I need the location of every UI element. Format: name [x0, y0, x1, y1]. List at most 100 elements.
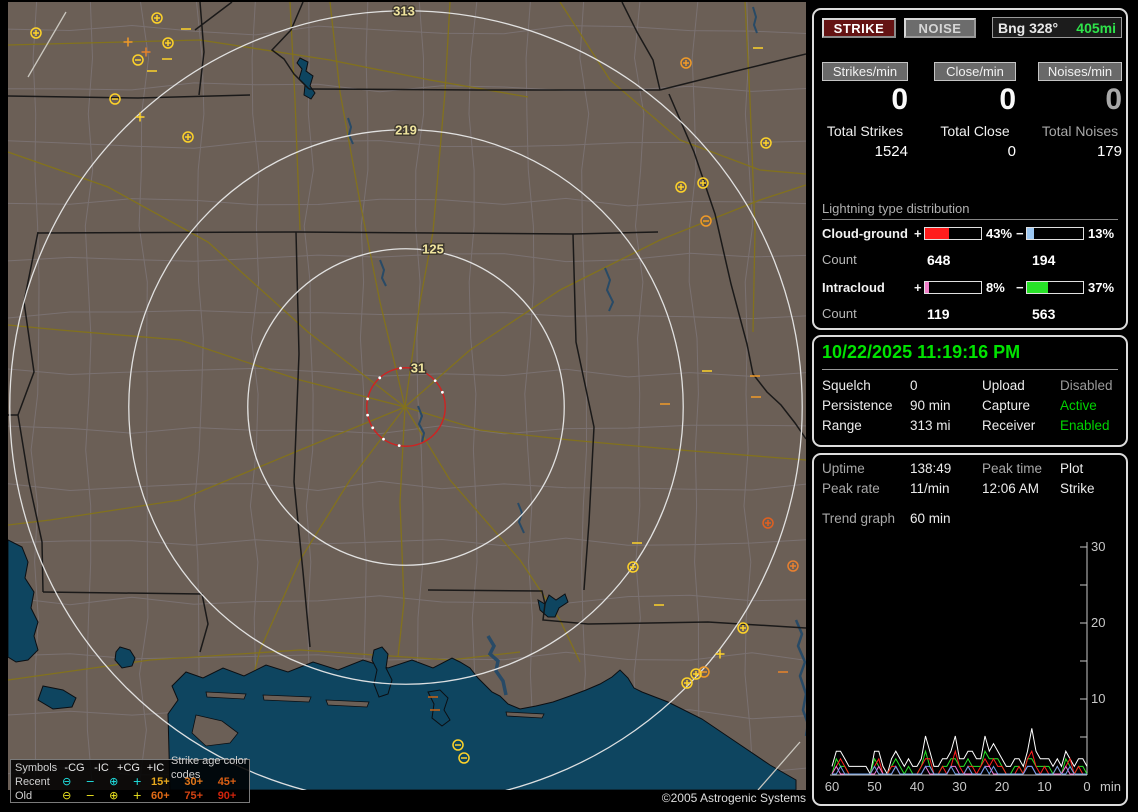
- close-per-min-button[interactable]: Close/min: [934, 62, 1016, 81]
- trend-panel: Uptime 138:49 Peak time Plot Peak rate 1…: [812, 453, 1128, 806]
- squelch-row: Squelch 0 Upload Disabled: [814, 378, 1126, 398]
- svg-text:0: 0: [1083, 779, 1090, 794]
- total-strikes-label: Total Strikes: [826, 123, 904, 139]
- datetime-display: 10/22/2025 11:19:16 PM: [822, 342, 1118, 370]
- cg-pos-count: 648: [927, 252, 951, 268]
- cg-neg-recent-icon: ⊖: [62, 775, 72, 788]
- strike-counters-panel: STRIKE NOISE Bng 328° 405mi Strikes/min …: [812, 8, 1128, 330]
- legend-old-row: Old ⊖ − ⊕ + 60+ 75+ 90+: [15, 789, 249, 803]
- bearing-distance-readout: Bng 328° 405mi: [992, 17, 1122, 38]
- age-90: 90+: [217, 790, 237, 802]
- cg-neg-bar: [1026, 227, 1084, 240]
- svg-text:10: 10: [1037, 779, 1051, 794]
- age-45: 45+: [217, 776, 237, 788]
- total-noises-value: 179: [1096, 143, 1122, 160]
- peak-rate-row: Peak rate 11/min 12:06 AM Strike: [814, 481, 1126, 501]
- total-strikes-value: 1524: [874, 143, 908, 160]
- persistence-row: Persistence 90 min Capture Active: [814, 398, 1126, 418]
- legend-col-cg-pos: +CG: [117, 762, 140, 774]
- ic-pos-count: 119: [927, 306, 950, 322]
- close-per-min-value: 0: [999, 83, 1016, 116]
- total-close-label: Total Close: [940, 123, 1010, 139]
- trend-graph-label-row: Trend graph 60 min: [814, 511, 1126, 531]
- legend-recent-row: Recent ⊖ − ⊕ + 15+ 30+ 45+: [15, 775, 249, 789]
- age-30: 30+: [184, 776, 204, 788]
- ic-neg-recent-icon: −: [85, 775, 95, 788]
- receiver-label: Receiver: [982, 418, 1036, 433]
- peak-time-value: 12:06 AM: [982, 481, 1040, 496]
- noise-mode-button[interactable]: NOISE: [904, 18, 976, 38]
- svg-text:40: 40: [910, 779, 924, 794]
- close-counter-column: Close/min 0 Total Close 0: [934, 62, 1016, 160]
- noises-per-min-button[interactable]: Noises/min: [1038, 62, 1122, 81]
- trend-window-value: 60 min: [910, 511, 951, 526]
- count-label: Count: [822, 252, 857, 267]
- plot-mode-value: Plot: [1060, 461, 1084, 476]
- capture-status: Active: [1060, 398, 1097, 413]
- persistence-value: 90 min: [910, 398, 951, 413]
- legend-old-label: Old: [15, 790, 33, 802]
- upload-label: Upload: [982, 378, 1025, 393]
- minus-sign: −: [1016, 280, 1024, 295]
- count-label: Count: [822, 306, 857, 321]
- total-noises-label: Total Noises: [1041, 123, 1119, 139]
- age-60: 60+: [151, 790, 170, 802]
- peak-rate-value: 11/min: [910, 481, 950, 496]
- svg-text:60: 60: [825, 779, 839, 794]
- legend-symbols-header: Symbols: [15, 762, 58, 774]
- svg-text:20: 20: [1091, 615, 1105, 630]
- uptime-value: 138:49: [910, 461, 952, 476]
- range-row: Range 313 mi Receiver Enabled: [814, 418, 1126, 438]
- svg-text:31: 31: [411, 360, 425, 375]
- ic-pos-old-icon: +: [132, 789, 142, 802]
- strikes-counter-column: Strikes/min 0 Total Strikes 1524: [822, 62, 908, 160]
- cloud-ground-label: Cloud-ground: [822, 226, 908, 241]
- strikes-per-min-value: 0: [891, 83, 908, 116]
- peak-rate-label: Peak rate: [822, 481, 880, 496]
- ic-neg-bar: [1026, 281, 1084, 294]
- svg-text:20: 20: [995, 779, 1009, 794]
- distance-value: 405mi: [1076, 19, 1116, 36]
- intracloud-label: Intracloud: [822, 280, 885, 295]
- ic-neg-count: 563: [1032, 306, 1056, 322]
- squelch-value: 0: [910, 378, 918, 393]
- legend-col-ic-pos: +IC: [146, 762, 165, 774]
- noises-counter-column: Noises/min 0 Total Noises 179: [1038, 62, 1122, 160]
- minus-sign: −: [1016, 226, 1024, 241]
- copyright-text: ©2005 Astrogenic Systems: [661, 791, 806, 805]
- ic-pos-recent-icon: +: [132, 775, 142, 788]
- squelch-label: Squelch: [822, 378, 871, 393]
- total-close-value: 0: [1007, 143, 1016, 160]
- cg-neg-count: 194: [1032, 252, 1056, 268]
- intracloud-count-row: Count 119 563: [814, 306, 1126, 322]
- uptime-label: Uptime: [822, 461, 865, 476]
- cg-pos-recent-icon: ⊕: [109, 775, 119, 788]
- intracloud-row: Intracloud + 8% − 37%: [814, 280, 1126, 296]
- svg-text:50: 50: [867, 779, 881, 794]
- trend-graph: 10 20 30 60 50 40 30 20 10 0 min: [825, 539, 1121, 794]
- cg-pos-percent: 43%: [986, 226, 1013, 241]
- range-value: 313 mi: [910, 418, 951, 433]
- cg-pos-bar: [924, 227, 982, 240]
- legend-recent-label: Recent: [15, 776, 50, 788]
- strikes-per-min-button[interactable]: Strikes/min: [822, 62, 908, 81]
- age-75: 75+: [184, 790, 204, 802]
- cloud-ground-count-row: Count 648 194: [814, 252, 1126, 268]
- age-15: 15+: [151, 776, 170, 788]
- ic-pos-bar: [924, 281, 982, 294]
- trend-graph-label: Trend graph: [822, 511, 896, 526]
- range-label: Range: [822, 418, 862, 433]
- persistence-label: Persistence: [822, 398, 893, 413]
- svg-text:30: 30: [1091, 539, 1105, 554]
- upload-status: Disabled: [1060, 378, 1113, 393]
- distribution-title: Lightning type distribution: [822, 201, 1118, 220]
- svg-text:min: min: [1100, 779, 1121, 794]
- noises-per-min-value: 0: [1105, 83, 1122, 116]
- nexstorm-app-window: 313 219 125 31 ©2005 Astrogenic Systems Sym…: [0, 0, 1138, 812]
- svg-text:313: 313: [393, 3, 415, 18]
- ic-neg-old-icon: −: [85, 789, 95, 802]
- map[interactable]: 313 219 125 31: [8, 2, 806, 790]
- strike-mode-button[interactable]: STRIKE: [822, 18, 896, 38]
- legend-col-cg-neg: -CG: [64, 762, 85, 774]
- cg-neg-old-icon: ⊖: [62, 789, 72, 802]
